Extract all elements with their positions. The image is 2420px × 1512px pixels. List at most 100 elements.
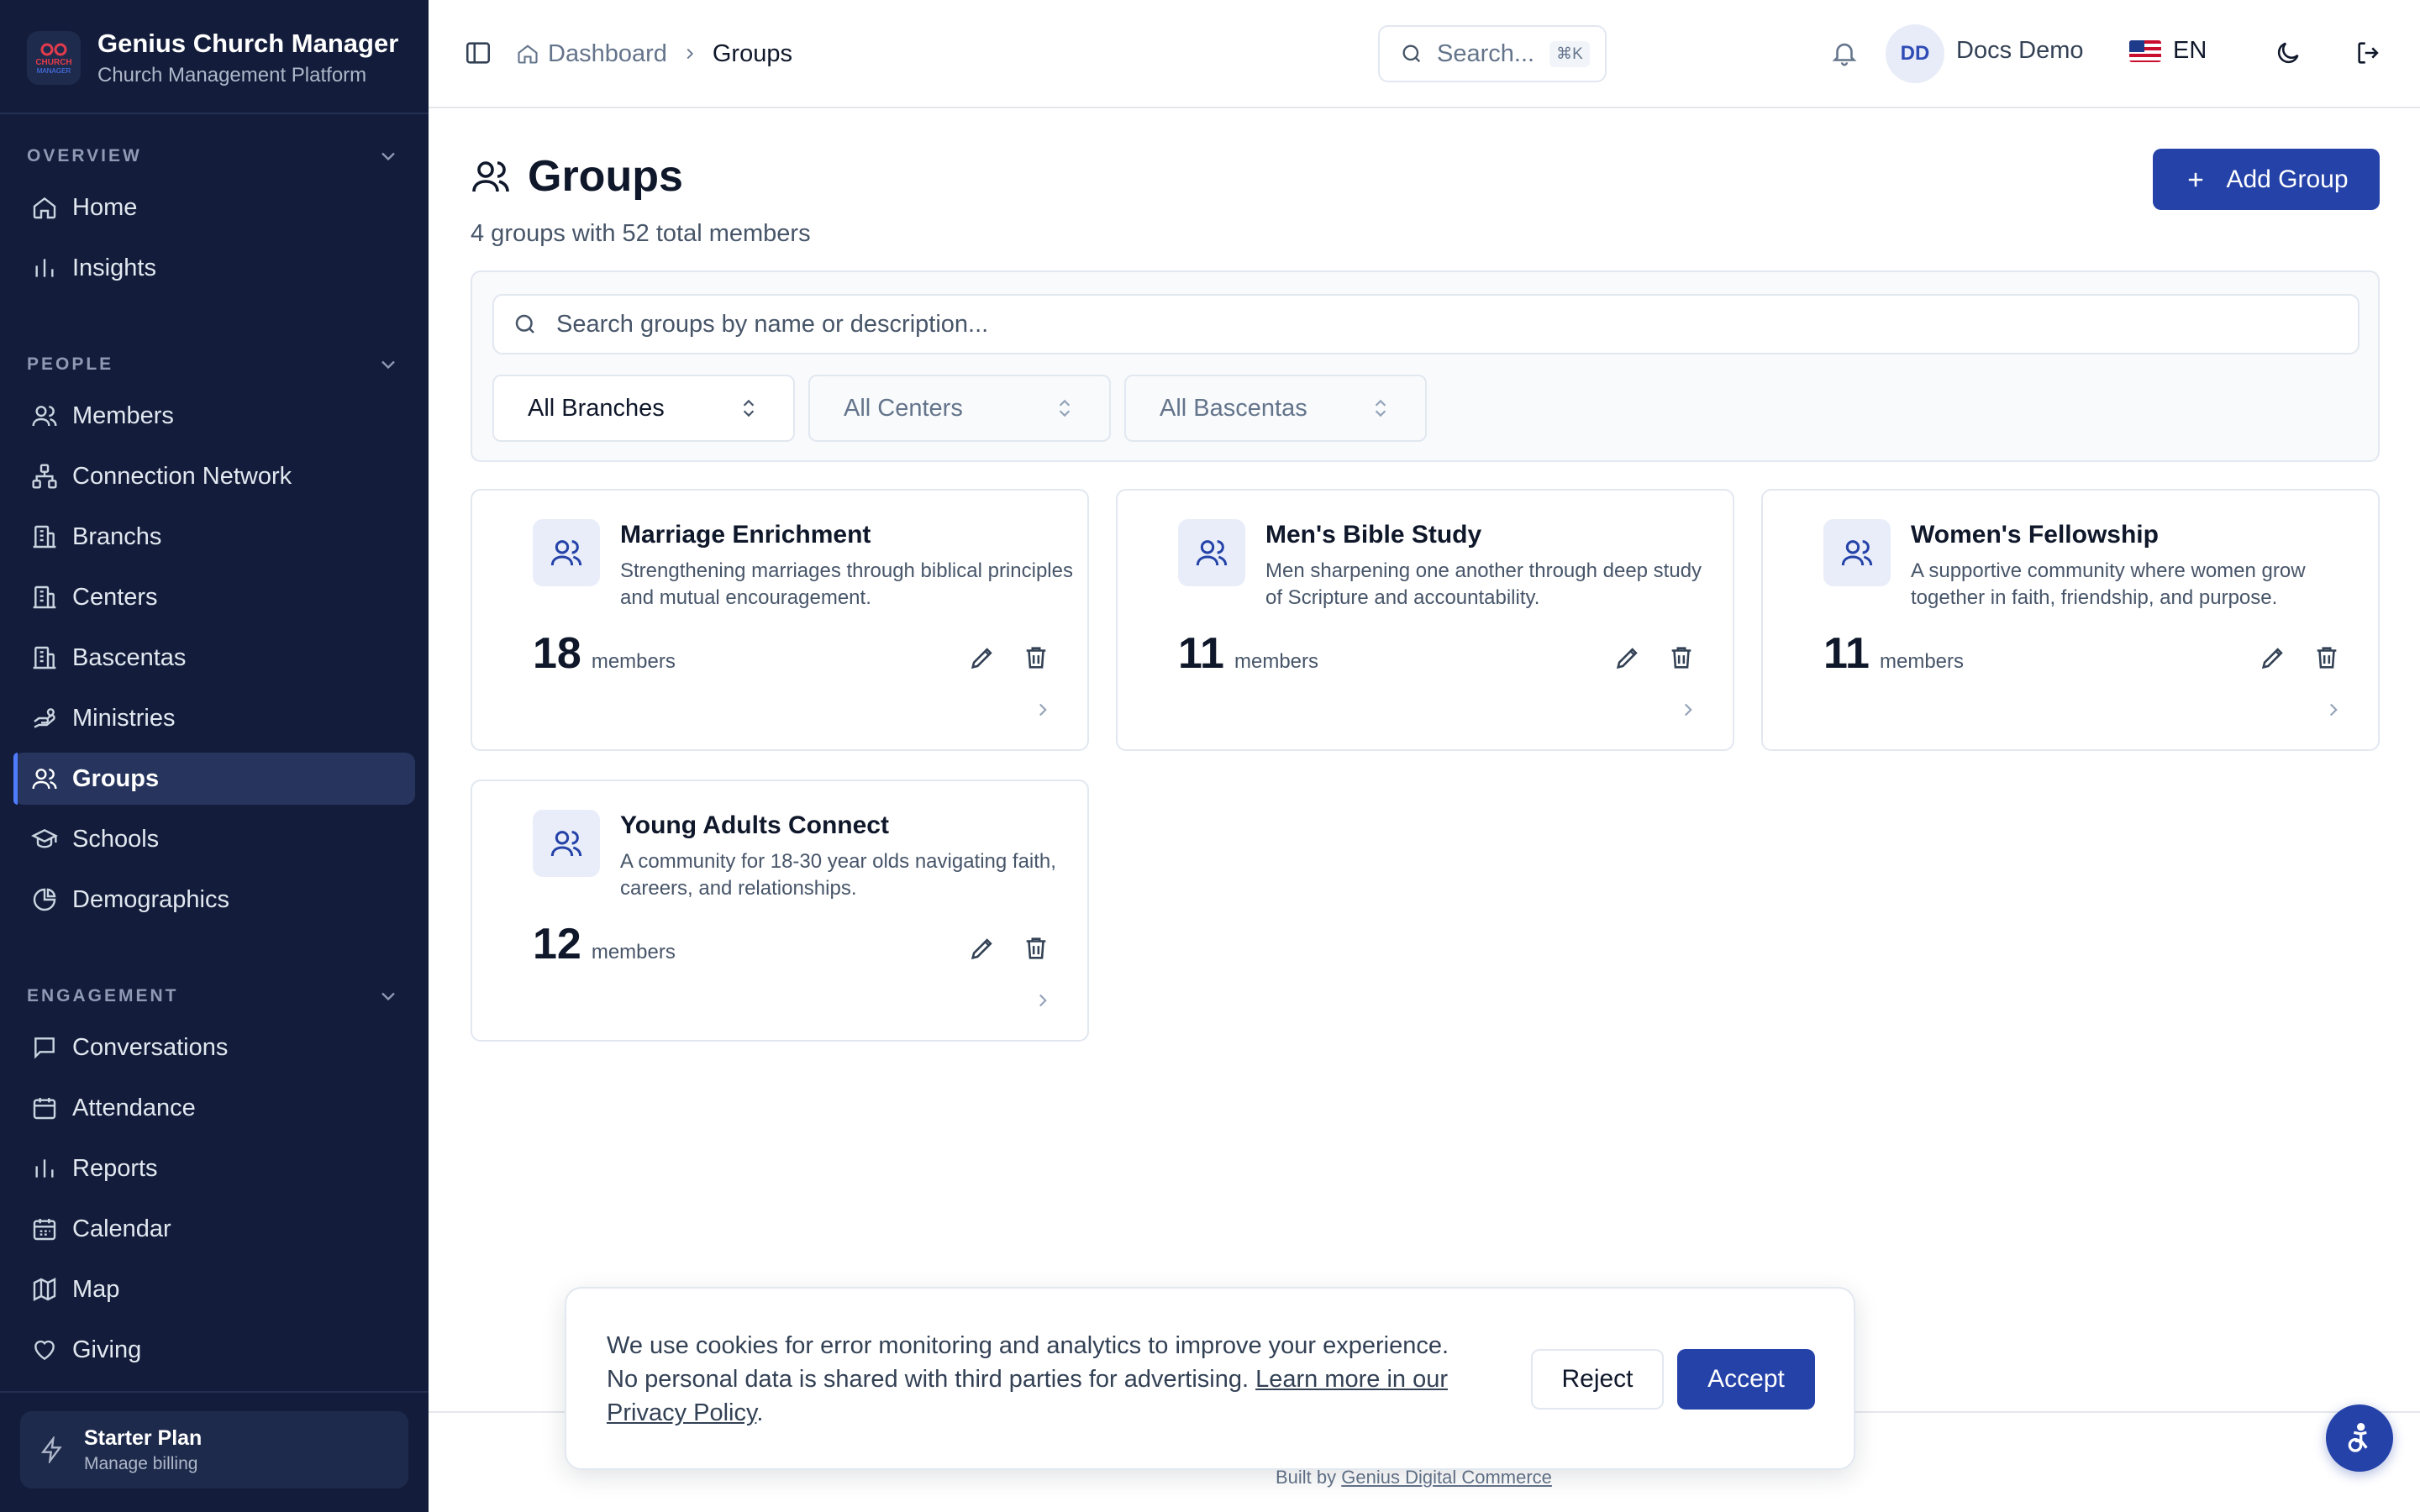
section-header-overview[interactable]: OVERVIEW — [0, 139, 429, 173]
message-icon — [30, 1033, 59, 1062]
add-group-button[interactable]: Add Group — [2153, 149, 2380, 210]
pencil-icon — [971, 648, 992, 669]
users-icon — [30, 402, 59, 430]
sidebar-item-connection-network[interactable]: Connection Network — [13, 450, 415, 502]
building-icon — [30, 583, 59, 612]
group-card-young-adults-connect[interactable]: Young Adults Connect A community for 18-… — [471, 780, 1089, 1042]
sidebar-item-insights[interactable]: Insights — [13, 242, 415, 294]
sidebar-item-giving[interactable]: Giving — [13, 1324, 415, 1376]
avatar[interactable]: DD — [1886, 24, 1944, 83]
edit-group-button[interactable] — [968, 643, 997, 672]
sidebar-item-label: Insights — [72, 254, 156, 281]
building-icon — [30, 522, 59, 551]
sidebar-item-attendance[interactable]: Attendance — [13, 1082, 415, 1134]
delete-group-button[interactable] — [2312, 643, 2341, 672]
search-icon — [1402, 45, 1421, 63]
member-count-label: members — [1879, 650, 1965, 673]
sidebar-item-label: Home — [72, 193, 138, 221]
global-search-button[interactable]: Search... ⌘K — [1378, 25, 1607, 82]
search-shortcut: ⌘K — [1549, 40, 1590, 67]
sidebar-item-reports[interactable]: Reports — [13, 1142, 415, 1194]
cookie-text-end: . — [756, 1399, 764, 1426]
app-title: Genius Church Manager — [97, 29, 399, 58]
sidebar-item-label: Bascentas — [72, 643, 187, 671]
theme-toggle-button[interactable] — [2274, 39, 2302, 67]
sidebar-item-label: Schools — [72, 825, 160, 853]
group-search-input[interactable]: Search groups by name or description... — [492, 294, 2360, 354]
bar-chart-icon — [30, 254, 59, 282]
billing-plan-card[interactable]: Starter Plan Manage billing — [20, 1411, 408, 1488]
nav-section-engagement: ENGAGEMENT Conversations Attendance Repo… — [0, 979, 429, 1384]
section-header-engagement[interactable]: ENGAGEMENT — [0, 979, 429, 1013]
page-title: Groups — [528, 152, 683, 201]
users-icon — [533, 810, 600, 877]
open-group-button[interactable] — [1677, 699, 1699, 721]
sidebar-item-centers[interactable]: Centers — [13, 571, 415, 623]
chevron-up-down-icon — [1375, 399, 1386, 417]
breadcrumb-dashboard-link[interactable]: Dashboard — [548, 40, 667, 68]
sidebar-item-conversations[interactable]: Conversations — [13, 1021, 415, 1074]
sidebar-item-groups[interactable]: Groups — [13, 753, 415, 805]
sidebar-item-ministries[interactable]: Ministries — [13, 692, 415, 744]
member-count-value: 11 — [1178, 629, 1224, 678]
sidebar-item-map[interactable]: Map — [13, 1263, 415, 1315]
sidebar-item-members[interactable]: Members — [13, 390, 415, 442]
chevron-right-icon — [1684, 703, 1692, 717]
user-name[interactable]: Docs Demo — [1956, 37, 2084, 65]
sidebar: CHURCH MANAGER Genius Church Manager Chu… — [0, 0, 429, 1512]
manage-billing-link: Manage billing — [84, 1453, 198, 1473]
language-selector[interactable]: EN — [2129, 37, 2207, 65]
notifications-button[interactable] — [1830, 39, 1859, 67]
page-header: Groups 4 groups with 52 total members — [471, 151, 811, 248]
accept-cookies-button[interactable]: Accept — [1677, 1349, 1815, 1410]
member-count: 11 members — [1823, 628, 1964, 679]
sidebar-item-bascentas[interactable]: Bascentas — [13, 632, 415, 684]
sidebar-item-branchs[interactable]: Branchs — [13, 511, 415, 563]
delete-group-button[interactable] — [1022, 643, 1050, 672]
member-count-label: members — [591, 941, 676, 963]
cookie-message: We use cookies for error monitoring and … — [607, 1329, 1481, 1430]
center-filter-select[interactable]: All Centers — [808, 375, 1111, 442]
logout-button[interactable] — [2354, 39, 2383, 67]
group-card-womens-fellowship[interactable]: Women's Fellowship A supportive communit… — [1761, 489, 2380, 751]
delete-group-button[interactable] — [1022, 934, 1050, 963]
member-count: 18 members — [533, 628, 676, 679]
reject-cookies-button[interactable]: Reject — [1531, 1349, 1664, 1410]
section-header-people[interactable]: PEOPLE — [0, 348, 429, 381]
accessibility-button[interactable] — [2326, 1404, 2393, 1472]
sidebar-item-schools[interactable]: Schools — [13, 813, 415, 865]
sidebar-item-calendar[interactable]: Calendar — [13, 1203, 415, 1255]
search-placeholder: Search... — [1437, 39, 1535, 67]
sidebar-divider — [0, 113, 429, 114]
sidebar-item-home[interactable]: Home — [13, 181, 415, 234]
delete-group-button[interactable] — [1667, 643, 1696, 672]
hand-heart-icon — [30, 704, 59, 732]
calendar-check-icon — [30, 1094, 59, 1122]
edit-group-button[interactable] — [2259, 643, 2287, 672]
moon-icon — [2277, 42, 2299, 64]
pencil-icon — [1616, 648, 1638, 669]
group-description: Men sharpening one another through deep … — [1265, 559, 1702, 609]
group-card-mens-bible-study[interactable]: Men's Bible Study Men sharpening one ano… — [1116, 489, 1734, 751]
chevron-down-icon — [381, 360, 395, 370]
edit-group-button[interactable] — [1613, 643, 1642, 672]
sidebar-toggle-button[interactable] — [464, 39, 494, 69]
brand[interactable]: CHURCH MANAGER Genius Church Manager Chu… — [27, 29, 398, 87]
heart-icon — [30, 1336, 59, 1364]
sidebar-item-demographics[interactable]: Demographics — [13, 874, 415, 926]
open-group-button[interactable] — [1032, 699, 1054, 721]
users-icon — [1823, 519, 1891, 586]
breadcrumb: Dashboard Groups — [516, 35, 792, 72]
branch-filter-select[interactable]: All Branches — [492, 375, 795, 442]
edit-group-button[interactable] — [968, 934, 997, 963]
group-card-marriage-enrichment[interactable]: Marriage Enrichment Strengthening marria… — [471, 489, 1089, 751]
group-name: Marriage Enrichment — [620, 521, 871, 549]
sidebar-panel-icon — [466, 42, 491, 64]
nav-section-overview: OVERVIEW Home Insights — [0, 139, 429, 302]
bascenta-filter-select[interactable]: All Bascentas — [1124, 375, 1427, 442]
sidebar-divider — [0, 1391, 429, 1393]
open-group-button[interactable] — [1032, 990, 1054, 1011]
sidebar-item-label: Members — [72, 402, 174, 429]
open-group-button[interactable] — [2323, 699, 2344, 721]
member-count-label: members — [1234, 650, 1319, 673]
